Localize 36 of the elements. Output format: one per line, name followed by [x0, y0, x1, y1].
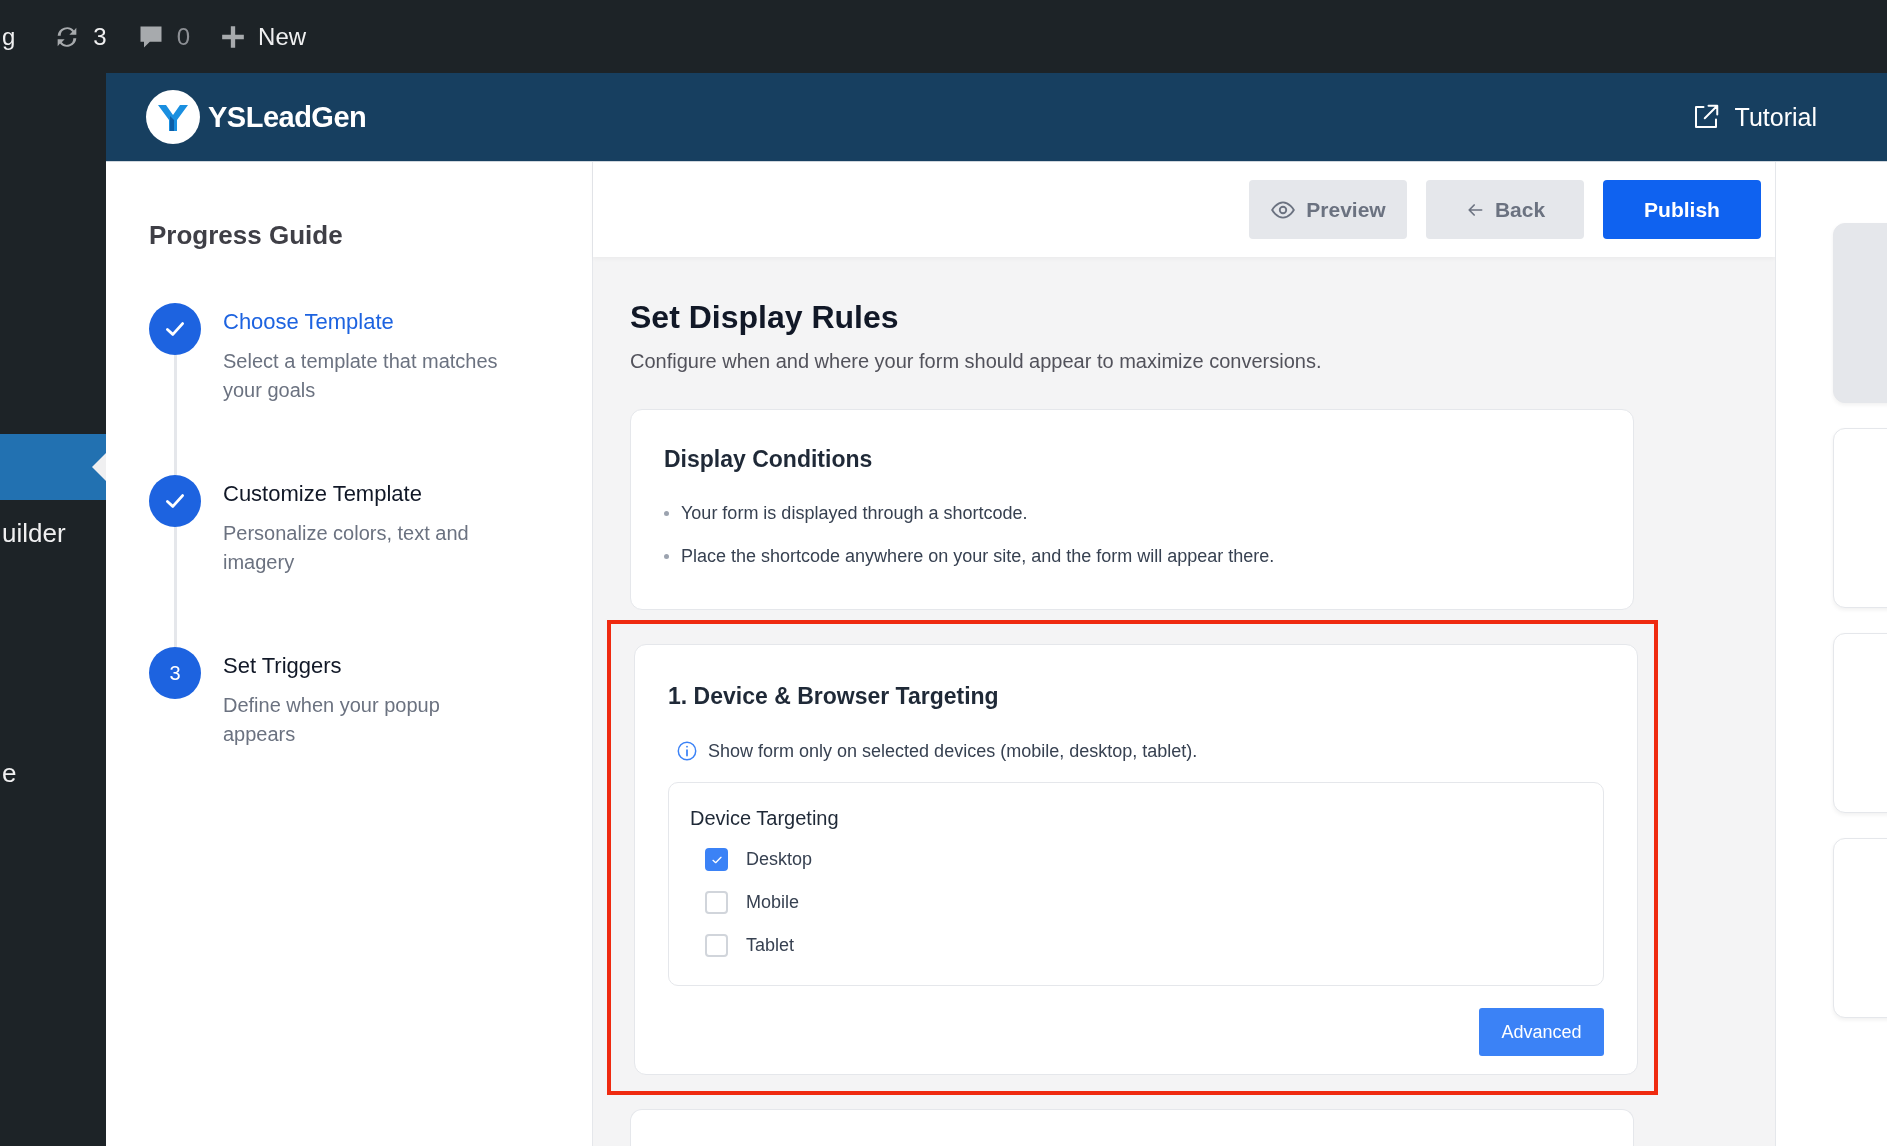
new-link[interactable]: New: [220, 22, 307, 51]
comments-link[interactable]: 0: [136, 22, 191, 51]
preview-button[interactable]: Preview: [1249, 180, 1407, 239]
step-description: Personalize colors, text and imagery: [223, 521, 470, 575]
plus-icon: [220, 23, 247, 50]
sidebar-item[interactable]: uilder: [0, 500, 106, 566]
updates-link[interactable]: 3: [53, 22, 107, 51]
info-icon: [676, 740, 698, 762]
admin-bar-link[interactable]: g: [2, 22, 16, 51]
back-button[interactable]: Back: [1426, 180, 1584, 239]
step-title[interactable]: Customize Template: [223, 481, 508, 507]
card-title: 1. Device & Browser Targeting: [668, 683, 1000, 710]
step-title[interactable]: Choose Template: [223, 309, 508, 335]
tutorial-link[interactable]: Tutorial: [1690, 102, 1817, 132]
page-subtitle: Configure when and where your form should appear to maximize conversions.: [630, 350, 1323, 373]
sidebar-item[interactable]: e: [0, 740, 106, 806]
step-title[interactable]: Set Triggers: [223, 653, 508, 679]
step-description: Select a template that matches your goals: [223, 349, 499, 403]
bullet-text: Your form is displayed through a shortcode.: [681, 503, 1028, 524]
page-title: Set Display Rules: [630, 299, 900, 336]
sidebar-item[interactable]: [0, 434, 106, 500]
info-text: Show form only on selected devices (mobile, desktop, tablet).: [708, 740, 1198, 762]
logo-icon: [146, 90, 200, 144]
advanced-button[interactable]: Advanced: [1479, 1008, 1604, 1056]
checkbox-label: Desktop: [746, 849, 813, 870]
brand-name: YSLeadGen: [208, 100, 367, 134]
publish-button[interactable]: Publish: [1603, 180, 1761, 239]
step-description: Define when your popup appears: [223, 693, 441, 747]
checkbox[interactable]: [705, 848, 728, 871]
step-indicator: 3: [149, 647, 201, 699]
card-title: Display Conditions: [664, 446, 874, 473]
bullet-text: Place the shortcode anywhere on your site, and the form will appear there.: [681, 546, 1275, 567]
checkbox-label: Tablet: [746, 935, 795, 956]
checkbox-label: Mobile: [746, 892, 800, 913]
panel-title: Progress Guide: [149, 220, 344, 251]
group-title: Device Targeting: [690, 807, 840, 830]
